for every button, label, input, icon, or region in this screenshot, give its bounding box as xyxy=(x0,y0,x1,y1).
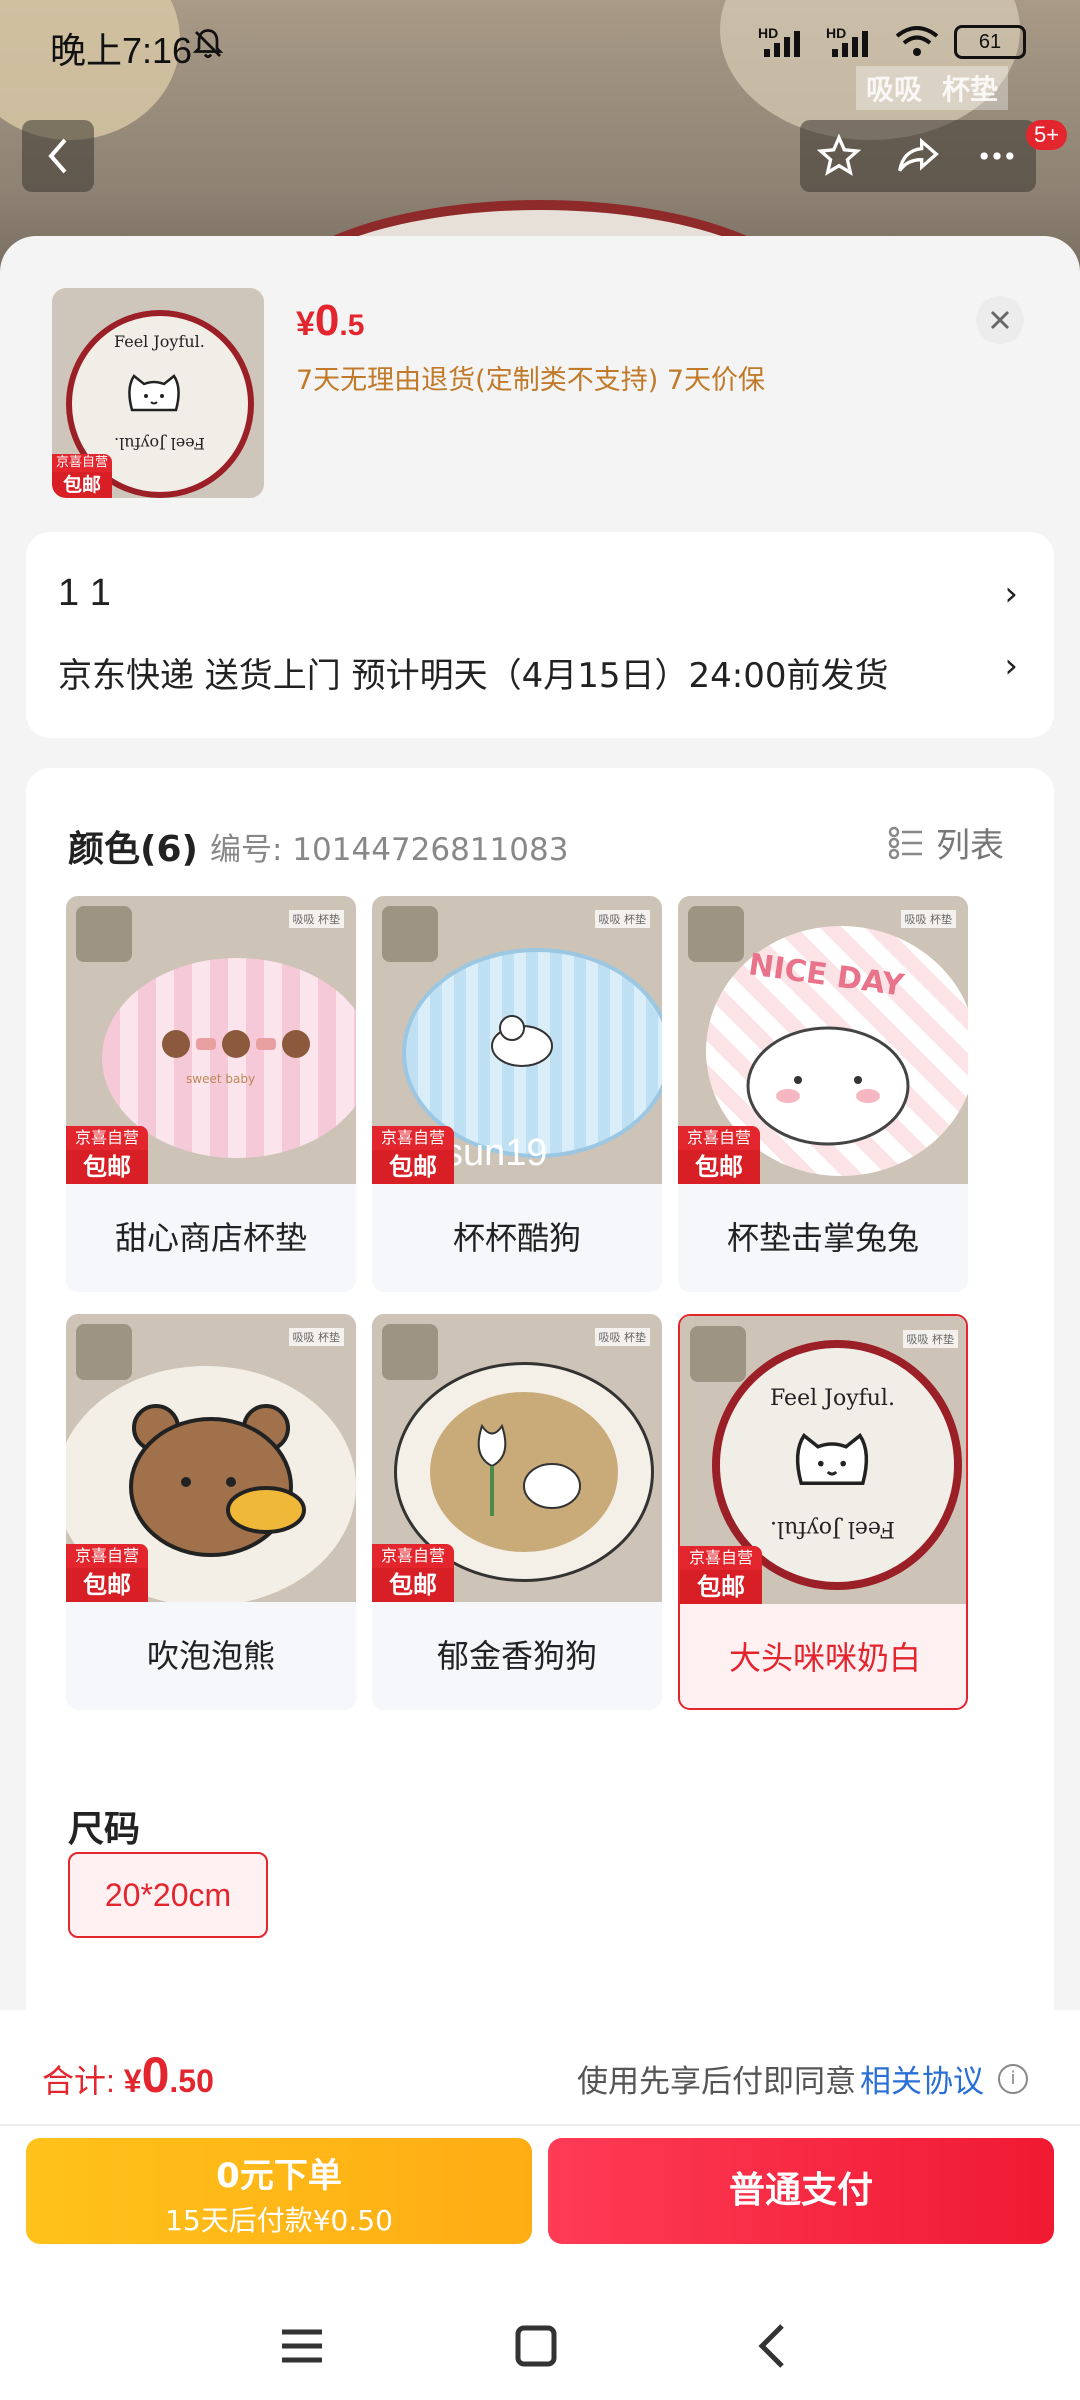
color-option-selected[interactable]: Feel Joyful. Feel Joyful. 吸吸 杯垫 京喜自营 包邮 大… xyxy=(678,1314,968,1710)
product-price: ¥0.5 xyxy=(296,296,365,345)
chevron-left-icon xyxy=(48,138,67,174)
option-image: 吸吸 杯垫 京喜自营 包邮 xyxy=(66,1314,356,1602)
system-nav-bar xyxy=(0,2292,1080,2400)
jd-selfrun-badge: 京喜自营 包邮 xyxy=(66,1126,148,1184)
signal-icon: HD xyxy=(758,25,812,59)
total-price: 合计: ¥0.50 xyxy=(42,2047,214,2103)
option-image: NICE DAY 吸吸 杯垫 京喜自营 包邮 xyxy=(678,896,968,1184)
agreement-line: 使用先享后付即同意 相关协议 i xyxy=(577,2056,1028,2101)
close-button[interactable] xyxy=(976,296,1024,344)
coaster-text-bottom: Feel Joyful. xyxy=(114,434,205,453)
top-actions xyxy=(800,120,1036,192)
battery-icon: 61 xyxy=(954,25,1026,59)
star-icon[interactable] xyxy=(817,134,862,178)
list-view-toggle[interactable]: 列表 xyxy=(888,818,1004,867)
jd-selfrun-badge: 京喜自营 包邮 xyxy=(372,1126,454,1184)
color-option[interactable]: NICE DAY 吸吸 杯垫 京喜自营 包邮 杯垫击掌兔兔 xyxy=(678,896,968,1292)
pay-now-button[interactable]: 普通支付 xyxy=(548,2138,1054,2244)
expand-icon[interactable] xyxy=(76,906,132,962)
list-label: 列表 xyxy=(936,826,1004,866)
home-icon[interactable] xyxy=(506,2316,566,2376)
mute-bell-icon xyxy=(192,29,224,59)
service-guarantee: 7天无理由退货(定制类不支持) 7天价保 xyxy=(296,365,766,396)
photo-watermark: 吸吸 杯垫 xyxy=(856,66,1009,110)
signal-icon-2: HD xyxy=(826,25,880,59)
pay-later-button[interactable]: 0元下单 15天后付款¥0.50 xyxy=(26,2138,532,2244)
option-label: 杯杯酷狗 xyxy=(452,1219,581,1257)
list-icon xyxy=(888,826,922,859)
expand-icon[interactable] xyxy=(688,906,744,962)
menu-icon[interactable] xyxy=(272,2316,332,2376)
checkout-bar: 合计: ¥0.50 使用先享后付即同意 相关协议 i 0元下单 15天后付款¥0… xyxy=(0,2010,1080,2400)
cat-face-icon xyxy=(128,374,180,412)
wifi-icon xyxy=(895,26,939,56)
more-icon[interactable] xyxy=(975,134,1019,178)
divider xyxy=(0,2124,1080,2126)
shipping-info-row[interactable]: 京东快递 送货上门 预计明天（4月15日）24:00前发货 xyxy=(58,648,889,697)
option-image: sweet baby 吸吸 杯垫 京喜自营 包邮 xyxy=(66,896,356,1184)
close-icon xyxy=(990,310,1010,330)
size-option-selected[interactable]: 20*20cm xyxy=(68,1852,268,1938)
coaster-text: Feel Joyful. xyxy=(114,332,205,351)
expand-icon[interactable] xyxy=(76,1324,132,1380)
jd-selfrun-badge: 京喜自营 包邮 xyxy=(372,1544,454,1602)
color-option[interactable]: 吸吸 杯垫 京喜自营 包邮 吹泡泡熊 xyxy=(66,1314,356,1710)
option-image: 吸吸 杯垫 sun19 京喜自营 包邮 xyxy=(372,896,662,1184)
info-icon[interactable]: i xyxy=(998,2063,1028,2094)
overlay-watermark: sun19 xyxy=(444,1132,548,1174)
agreement-text: 使用先享后付即同意 xyxy=(577,2064,856,2100)
delivery-card: 1 1 › 京东快递 送货上门 预计明天（4月15日）24:00前发货 › xyxy=(26,532,1054,738)
expand-icon[interactable] xyxy=(382,906,438,962)
quantity-address-row[interactable]: 1 1 xyxy=(58,572,111,615)
color-section-title: 颜色(6) xyxy=(68,829,198,870)
bunny-icon xyxy=(746,1026,910,1146)
color-option[interactable]: 吸吸 杯垫 sun19 京喜自营 包邮 杯杯酷狗 xyxy=(372,896,662,1292)
expand-icon[interactable] xyxy=(690,1326,746,1382)
jd-selfrun-badge: 京喜自营 包邮 xyxy=(52,454,112,498)
agreement-link[interactable]: 相关协议 xyxy=(860,2056,984,2101)
bear-row-icon xyxy=(162,1030,310,1058)
jd-selfrun-badge: 京喜自营 包邮 xyxy=(680,1546,762,1604)
product-thumbnail[interactable]: Feel Joyful. Feel Joyful. 京喜自营 包邮 xyxy=(52,288,264,498)
option-label: 吹泡泡熊 xyxy=(146,1637,275,1675)
chevron-right-icon[interactable]: › xyxy=(1004,646,1018,686)
option-label: 甜心商店杯垫 xyxy=(114,1219,307,1257)
option-label: 杯垫击掌兔兔 xyxy=(726,1219,919,1257)
option-label: 大头咪咪奶白 xyxy=(728,1639,921,1677)
item-code: 编号: 10144726811083 xyxy=(210,832,569,868)
jd-selfrun-badge: 京喜自营 包邮 xyxy=(678,1126,760,1184)
size-section-title: 尺码 xyxy=(68,1809,141,1850)
option-image: Feel Joyful. Feel Joyful. 吸吸 杯垫 京喜自营 包邮 xyxy=(680,1316,966,1604)
sku-selector-sheet: Feel Joyful. Feel Joyful. 京喜自营 包邮 ¥0.5 7… xyxy=(0,236,1080,2010)
chevron-right-icon[interactable]: › xyxy=(1004,574,1018,614)
option-image: 吸吸 杯垫 京喜自营 包邮 xyxy=(372,1314,662,1602)
bear-icon xyxy=(129,1404,306,1557)
color-option[interactable]: 吸吸 杯垫 京喜自营 包邮 郁金香狗狗 xyxy=(372,1314,662,1710)
tulip-dog-icon xyxy=(477,1423,581,1516)
color-option[interactable]: sweet baby 吸吸 杯垫 京喜自营 包邮 甜心商店杯垫 xyxy=(66,896,356,1292)
back-button[interactable] xyxy=(22,120,94,192)
option-label: 郁金香狗狗 xyxy=(436,1637,597,1675)
jd-selfrun-badge: 京喜自营 包邮 xyxy=(66,1544,148,1602)
dog-icon xyxy=(491,1015,553,1067)
status-time: 晚上7:16 xyxy=(50,30,193,71)
message-count-badge: 5+ xyxy=(1026,120,1068,150)
expand-icon[interactable] xyxy=(382,1324,438,1380)
share-icon[interactable] xyxy=(896,134,940,178)
cat-face-icon xyxy=(795,1433,869,1485)
spec-card: 颜色(6) 编号: 10144726811083 列表 sweet baby 吸… xyxy=(26,768,1054,2010)
back-nav-icon[interactable] xyxy=(742,2316,802,2376)
